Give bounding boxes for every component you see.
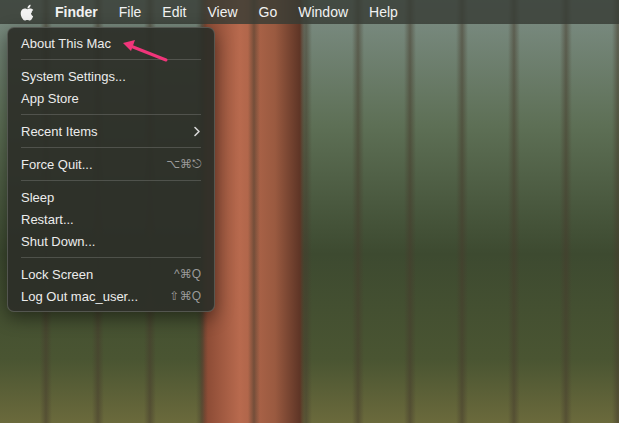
pointer-arrow-icon — [118, 36, 170, 64]
menu-separator — [21, 180, 201, 181]
submenu-chevron-icon — [193, 126, 201, 137]
menu-item[interactable]: Shut Down... — [13, 230, 209, 252]
keyboard-shortcut: ^⌘Q — [174, 267, 201, 281]
menu-item[interactable]: About This Mac — [13, 32, 209, 54]
menu-bar-item[interactable]: File — [119, 0, 142, 24]
menu-item[interactable]: Sleep — [13, 186, 209, 208]
menu-item-label: About This Mac — [21, 36, 111, 51]
menu-item-label: Restart... — [21, 212, 74, 227]
menu-separator — [21, 59, 201, 60]
keyboard-shortcut: ⌥⌘⎋ — [166, 157, 201, 171]
menu-bar-item[interactable]: Finder — [55, 0, 98, 24]
apple-menu-button[interactable] — [20, 4, 34, 21]
menu-item-label: Log Out mac_user... — [21, 289, 138, 304]
menu-item[interactable]: Restart... — [13, 208, 209, 230]
menu-bar-item[interactable]: Go — [259, 0, 278, 24]
menu-item-label: System Settings... — [21, 69, 126, 84]
menu-separator — [21, 114, 201, 115]
apple-logo-icon — [20, 4, 34, 21]
menu-bar-item[interactable]: Edit — [162, 0, 186, 24]
menu-item-label: Sleep — [21, 190, 54, 205]
menu-item-label: Recent Items — [21, 124, 98, 139]
menu-item[interactable]: System Settings... — [13, 65, 209, 87]
menu-item[interactable]: Force Quit... ⌥⌘⎋ — [13, 153, 209, 175]
menu-item[interactable]: Recent Items — [13, 120, 209, 142]
menu-item-label: Force Quit... — [21, 157, 93, 172]
menu-item-label: Shut Down... — [21, 234, 95, 249]
menu-item[interactable]: Log Out mac_user... ⇧⌘Q — [13, 285, 209, 307]
menu-item-label: Lock Screen — [21, 267, 93, 282]
apple-menu: About This Mac System Settings... App Stor… — [7, 27, 215, 312]
menu-item-label: App Store — [21, 91, 79, 106]
menu-bar: Finder File Edit View Go Window Help — [0, 0, 619, 24]
menu-separator — [21, 257, 201, 258]
menu-bar-item[interactable]: View — [207, 0, 237, 24]
menu-item[interactable]: Lock Screen ^⌘Q — [13, 263, 209, 285]
menu-separator — [21, 147, 201, 148]
keyboard-shortcut: ⇧⌘Q — [170, 289, 201, 303]
menu-bar-item[interactable]: Window — [298, 0, 348, 24]
menu-item[interactable]: App Store — [13, 87, 209, 109]
menu-bar-item[interactable]: Help — [369, 0, 398, 24]
